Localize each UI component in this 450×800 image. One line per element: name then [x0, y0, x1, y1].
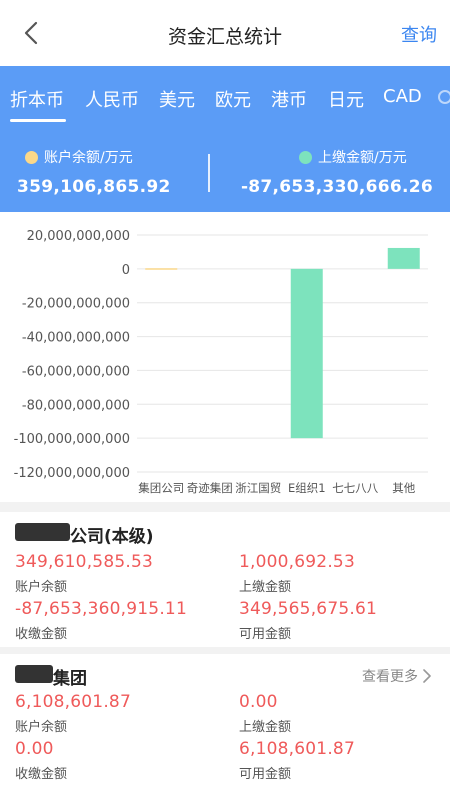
- summary-panel: 账户余额/万元 359,106,865.92 上缴金额/万元 -87,653,3…: [0, 124, 450, 212]
- y-tick-label: 0: [122, 263, 130, 278]
- available-amount-label: 可用金额: [239, 627, 292, 642]
- redacted-name: [15, 665, 53, 683]
- paid-legend: 上缴金额/万元: [299, 147, 407, 167]
- bar: [387, 247, 420, 269]
- summary-divider: [208, 154, 210, 192]
- tab-base-currency[interactable]: 折本币: [10, 86, 64, 112]
- x-tick-label: 浙江国贸: [235, 481, 281, 495]
- account-balance-label: 账户余额: [15, 580, 68, 595]
- tab-hkd[interactable]: 港币: [271, 86, 307, 112]
- account-balance-value: 349,610,585.53: [15, 552, 153, 572]
- y-tick-label: -120,000,000,000: [14, 466, 130, 481]
- company-card-2[interactable]: 集团 查看更多 6,108,601.87 账户余额 0.00 上缴金额 0.00…: [0, 654, 450, 800]
- account-balance-value: 6,108,601.87: [15, 692, 131, 712]
- paid-amount-value: 1,000,692.53: [239, 552, 355, 572]
- paid-dot-icon: [299, 150, 312, 164]
- y-tick-label: 20,000,000,000: [27, 229, 130, 244]
- balance-dot-icon: [25, 150, 38, 164]
- view-more-label: 查看更多: [362, 669, 418, 685]
- view-more-link[interactable]: 查看更多: [362, 666, 432, 686]
- balance-legend: 账户余额/万元: [25, 147, 133, 167]
- redacted-name: [15, 523, 70, 541]
- bar: [145, 268, 178, 270]
- tab-eur[interactable]: 欧元: [215, 86, 251, 112]
- balance-value: 359,106,865.92: [17, 177, 171, 197]
- company-card-1[interactable]: 公司(本级) 349,610,585.53 账户余额 1,000,692.53 …: [0, 512, 450, 647]
- available-amount-value: 349,565,675.61: [239, 599, 377, 619]
- x-tick-label: E组织1: [288, 481, 326, 495]
- available-amount-label: 可用金额: [239, 767, 292, 782]
- y-tick-label: -100,000,000,000: [14, 432, 130, 447]
- x-tick-label: 七七八八: [332, 481, 378, 495]
- card-title: 集团: [53, 669, 87, 689]
- available-amount-value: 6,108,601.87: [239, 739, 355, 759]
- y-tick-label: -20,000,000,000: [22, 297, 130, 312]
- bar-chart: 20,000,000,000 0 -20,000,000,000 -40,000,00…: [14, 229, 428, 495]
- balance-label: 账户余额/万元: [44, 150, 133, 166]
- paid-value: -87,653,330,666.26: [240, 177, 433, 197]
- bar: [290, 268, 323, 439]
- tab-rmb[interactable]: 人民币: [85, 86, 139, 112]
- query-button[interactable]: 查询: [401, 21, 437, 47]
- paid-amount-label: 上缴金额: [239, 720, 292, 735]
- tab-cad[interactable]: CAD: [383, 86, 422, 107]
- paid-amount-label: 上缴金额: [239, 580, 292, 595]
- y-tick-label: -60,000,000,000: [22, 364, 130, 379]
- currency-tabs: 折本币 人民币 美元 欧元 港币 日元 CAD: [0, 66, 450, 124]
- tab-overflow-partial[interactable]: [438, 90, 450, 104]
- tab-usd[interactable]: 美元: [159, 86, 195, 112]
- x-tick-label: 奇迹集团: [187, 481, 233, 495]
- navigation-bar: 资金汇总统计 查询: [0, 0, 450, 66]
- collected-amount-value: 0.00: [15, 739, 54, 759]
- y-tick-label: -80,000,000,000: [22, 398, 130, 413]
- y-tick-label: -40,000,000,000: [22, 331, 130, 346]
- x-tick-label: 其他: [392, 481, 415, 495]
- paid-label: 上缴金额/万元: [318, 150, 407, 166]
- x-tick-label: 集团公司: [138, 481, 184, 495]
- account-balance-label: 账户余额: [15, 720, 68, 735]
- chart-container: 20,000,000,000 0 -20,000,000,000 -40,000,00…: [0, 212, 450, 502]
- page-title: 资金汇总统计: [167, 26, 282, 48]
- active-tab-indicator: [10, 119, 66, 122]
- paid-amount-value: 0.00: [239, 692, 278, 712]
- tab-jpy[interactable]: 日元: [328, 86, 364, 112]
- collected-amount-label: 收缴金额: [15, 767, 68, 782]
- card-title: 公司(本级): [70, 527, 154, 547]
- collected-amount-label: 收缴金额: [15, 627, 68, 642]
- collected-amount-value: -87,653,360,915.11: [15, 599, 187, 619]
- chevron-right-icon: [423, 669, 431, 683]
